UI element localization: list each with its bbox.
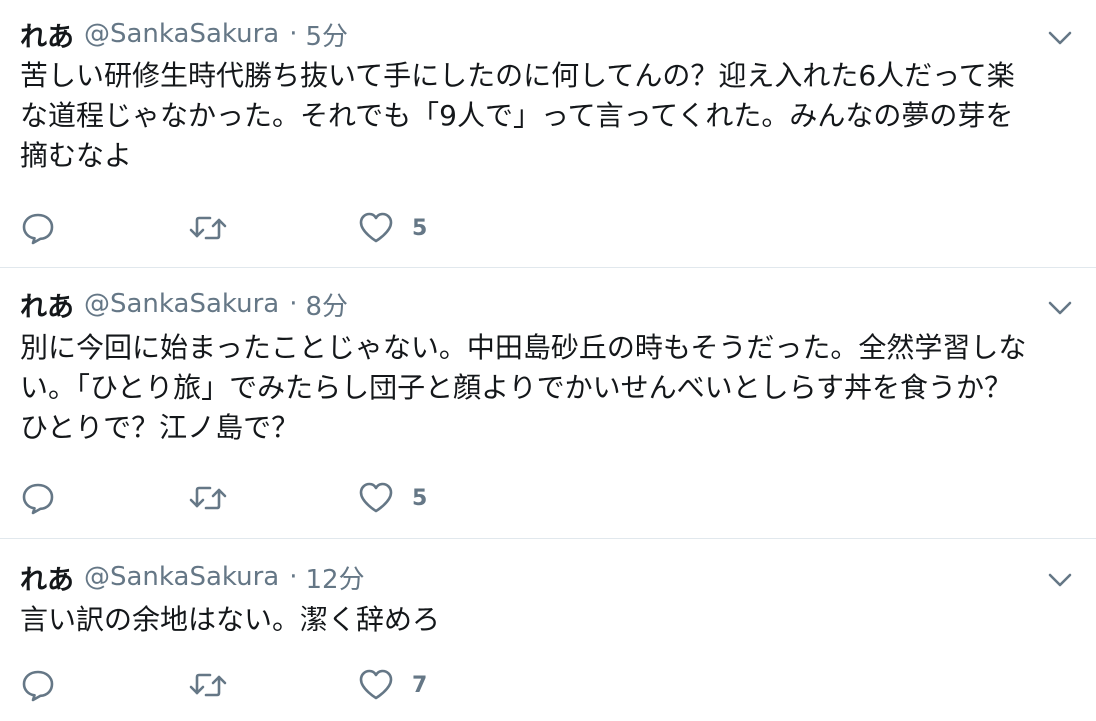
- timestamp[interactable]: 5分: [306, 16, 349, 53]
- divider: [0, 267, 1096, 268]
- reply-button[interactable]: [20, 210, 56, 246]
- reply-button[interactable]: [20, 667, 56, 703]
- heart-icon: [359, 669, 393, 700]
- tweet-header: れあ @SankaSakura · 5分: [20, 15, 349, 54]
- retweet-icon: [189, 673, 227, 697]
- like-button[interactable]: 5: [358, 480, 427, 516]
- tweet-text: 言い訳の余地はない。潔く辞めろ: [20, 603, 441, 636]
- display-name[interactable]: れあ: [20, 285, 74, 324]
- like-button[interactable]: 7: [358, 667, 427, 703]
- timestamp[interactable]: 8分: [306, 286, 349, 323]
- reply-button[interactable]: [20, 480, 56, 516]
- tweet-text: 苦しい研修生時代勝ち抜いて手にしたのに何してんの？迎え入れた6人だって楽 な道程…: [20, 59, 1015, 172]
- tweet-header: れあ @SankaSakura · 8分: [20, 285, 349, 324]
- user-handle[interactable]: @SankaSakura: [84, 562, 279, 592]
- chevron-down-icon[interactable]: [1046, 566, 1074, 594]
- user-handle[interactable]: @SankaSakura: [84, 19, 279, 49]
- tweet-header: れあ @SankaSakura · 12分: [20, 558, 365, 597]
- chevron-down-icon[interactable]: [1046, 294, 1074, 322]
- retweet-button[interactable]: [188, 667, 228, 703]
- retweet-icon: [189, 216, 227, 240]
- retweet-button[interactable]: [188, 480, 228, 516]
- user-handle[interactable]: @SankaSakura: [84, 289, 279, 319]
- reply-icon: [22, 213, 54, 245]
- reply-icon: [22, 670, 54, 702]
- like-count: 5: [412, 215, 428, 241]
- separator-dot: ·: [289, 289, 298, 319]
- timeline: れあ @SankaSakura · 5分 苦しい研修生時代勝ち抜いて手にしたのに…: [0, 0, 1096, 721]
- reply-icon: [22, 483, 54, 515]
- tweet-text: 別に今回に始まったことじゃない。中田島砂丘の時もそうだった。全然学習しな い。「…: [20, 331, 1027, 444]
- like-count: 5: [412, 485, 428, 511]
- divider: [0, 538, 1096, 539]
- separator-dot: ·: [289, 19, 298, 49]
- heart-icon: [359, 482, 393, 513]
- chevron-down-icon[interactable]: [1046, 24, 1074, 52]
- display-name[interactable]: れあ: [20, 558, 74, 597]
- heart-icon: [359, 212, 393, 243]
- retweet-button[interactable]: [188, 210, 228, 246]
- separator-dot: ·: [289, 562, 298, 592]
- like-button[interactable]: 5: [358, 210, 427, 246]
- retweet-icon: [189, 486, 227, 510]
- display-name[interactable]: れあ: [20, 15, 74, 54]
- timestamp[interactable]: 12分: [306, 559, 365, 596]
- like-count: 7: [412, 672, 428, 698]
